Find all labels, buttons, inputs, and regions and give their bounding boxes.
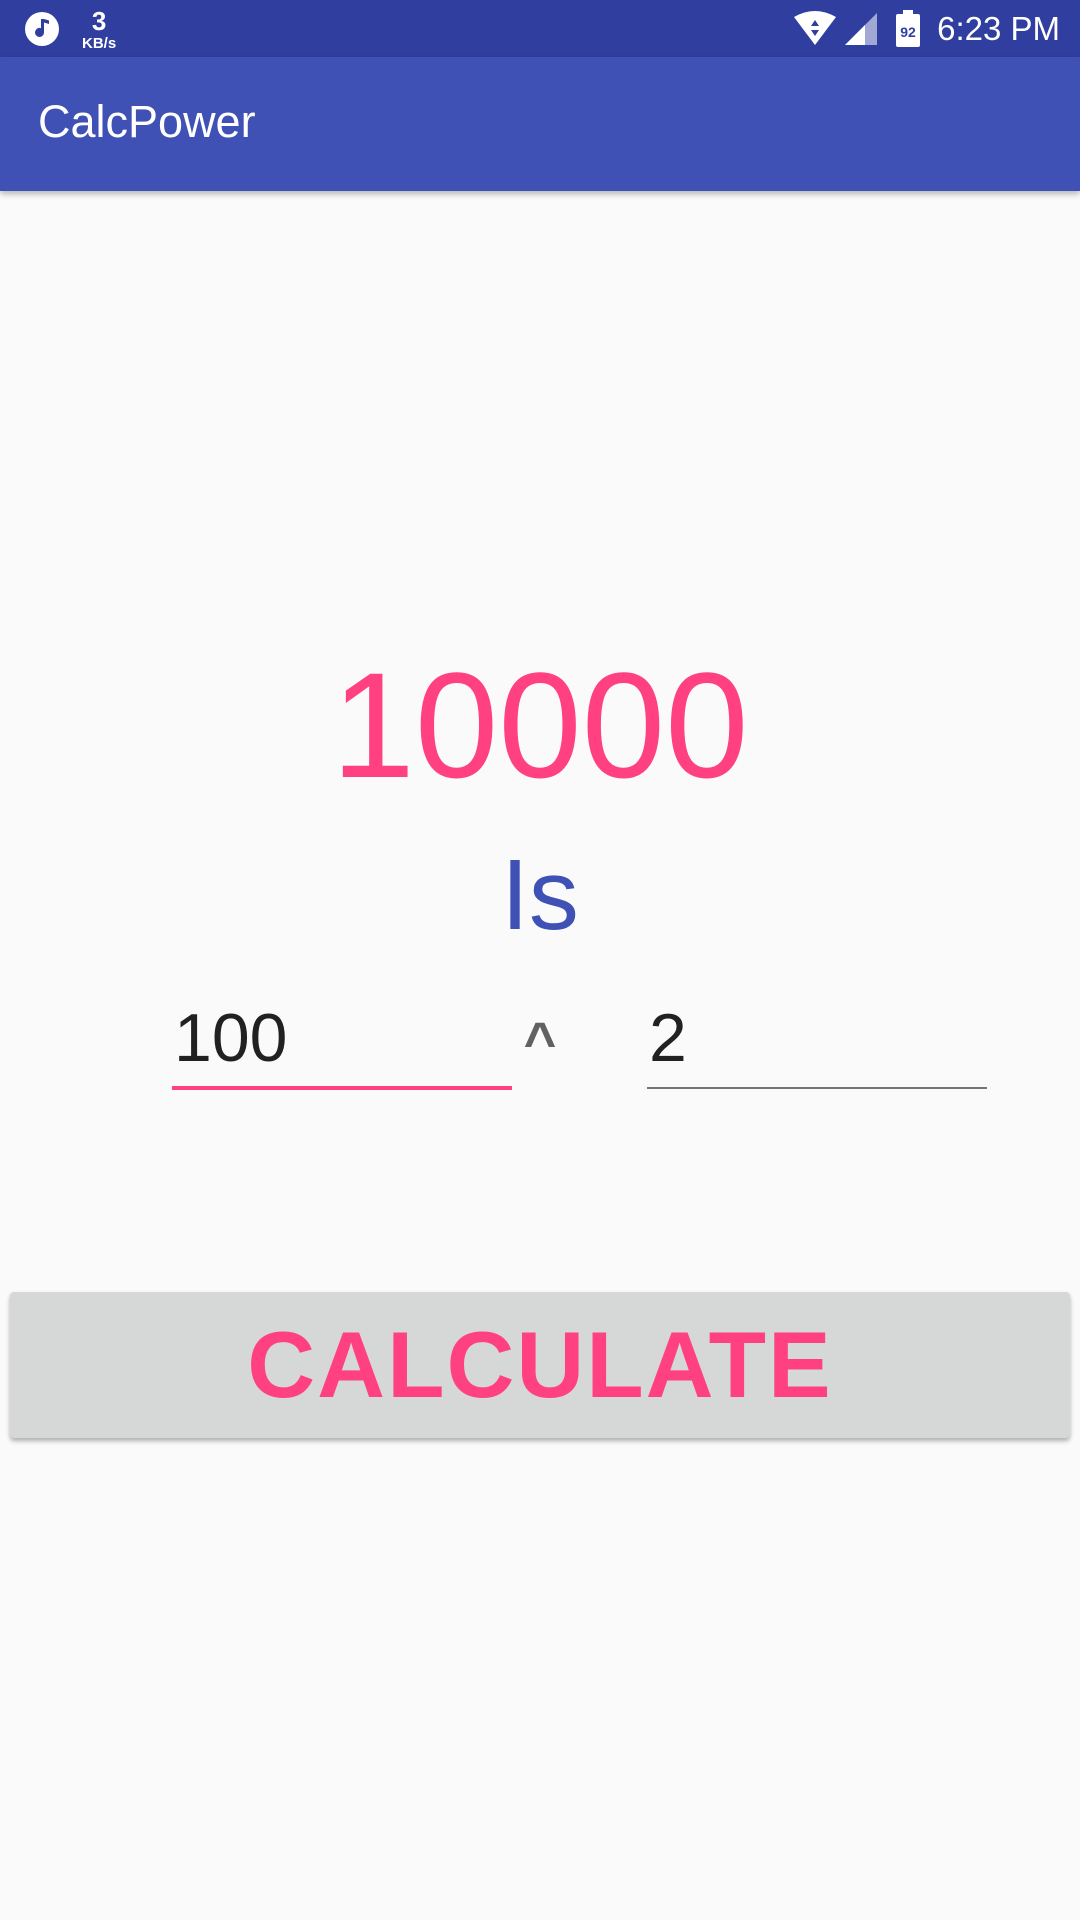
calculate-button-label: CALCULATE: [247, 1312, 833, 1417]
app-bar: CalcPower: [0, 57, 1080, 191]
base-input-underline: [172, 1086, 512, 1090]
network-speed-value: 3: [91, 5, 107, 36]
is-label: Is: [501, 839, 579, 951]
status-time: 6:23 PM: [937, 10, 1060, 47]
status-bar: 3 KB/s 92 6:23 PM: [0, 0, 1080, 57]
power-operator: ^: [523, 1010, 557, 1073]
status-right: 92 6:23 PM: [793, 8, 1060, 50]
signal-icon: [845, 13, 878, 45]
exponent-input-value[interactable]: 2: [649, 1004, 687, 1072]
calculate-button[interactable]: CALCULATE: [10, 1292, 1070, 1438]
music-icon: [25, 12, 59, 46]
base-input[interactable]: 100: [172, 990, 512, 1090]
base-input-value[interactable]: 100: [174, 1004, 287, 1072]
status-left: 3 KB/s: [24, 8, 116, 51]
battery-icon: 92: [896, 10, 921, 47]
screen: 3 KB/s 92 6:23 PM CalcPower 10000 Is 100…: [0, 0, 1080, 1920]
result-value: 10000: [331, 641, 749, 809]
exponent-input-underline: [647, 1087, 987, 1089]
app-title: CalcPower: [38, 96, 256, 147]
battery-level: 92: [900, 24, 916, 40]
exponent-input[interactable]: 2: [647, 990, 987, 1090]
wifi-icon: [794, 11, 837, 45]
network-speed-unit: KB/s: [82, 34, 117, 52]
network-speed: 3 KB/s: [82, 8, 116, 51]
